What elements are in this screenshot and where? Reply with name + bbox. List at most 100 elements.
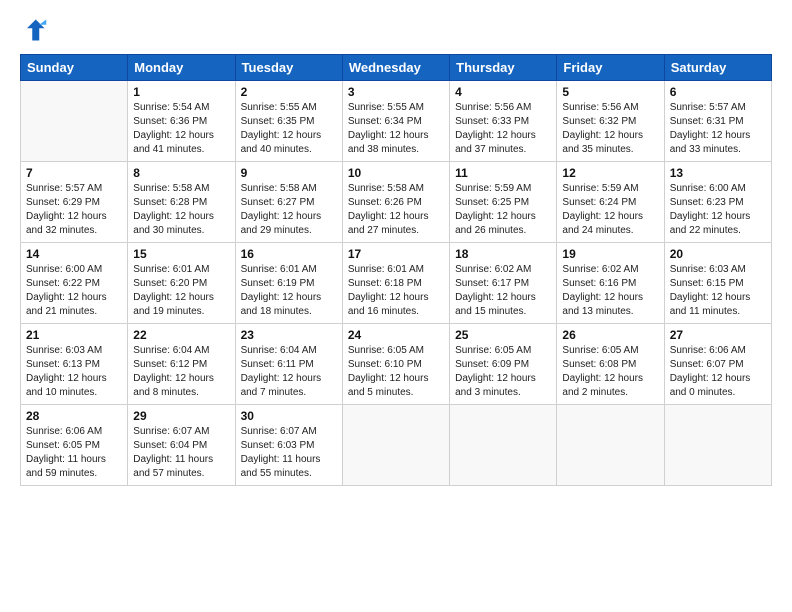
day-number: 7 <box>26 166 122 180</box>
calendar-cell: 20Sunrise: 6:03 AM Sunset: 6:15 PM Dayli… <box>664 243 771 324</box>
calendar-cell: 18 Sunrise: 6:02 AM Sunset: 6:17 PM Dayli… <box>450 243 557 324</box>
calendar-cell: 24 Sunrise: 6:05 AM Sunset: 6:10 PM Dayli… <box>342 324 449 405</box>
day-info: Sunrise: 6:06 AM Sunset: 6:07 PM Dayligh… <box>670 344 766 400</box>
calendar-cell: 30Sunrise: 6:07 AM Sunset: 6:03 PM Dayli… <box>235 405 342 486</box>
day-number: 11 <box>455 166 551 180</box>
day-info: Sunrise: 5:59 AM Sunset: 6:24 PM Dayligh… <box>562 182 658 238</box>
calendar-cell <box>664 405 771 486</box>
day-number: 8 <box>133 166 229 180</box>
calendar-cell: 7 Sunrise: 5:57 AM Sunset: 6:29 PM Daylig… <box>21 162 128 243</box>
week-row-3: 14 Sunrise: 6:00 AM Sunset: 6:22 PM Dayli… <box>21 243 772 324</box>
day-info: Sunrise: 5:54 AM Sunset: 6:36 PM Dayligh… <box>133 101 229 157</box>
day-info: Sunrise: 5:56 AM Sunset: 6:32 PM Dayligh… <box>562 101 658 157</box>
week-row-5: 28 Sunrise: 6:06 AM Sunset: 6:05 PM Dayli… <box>21 405 772 486</box>
day-number: 29 <box>133 409 229 423</box>
day-info: Sunrise: 5:57 AM Sunset: 6:29 PM Dayligh… <box>26 182 122 238</box>
calendar: SundayMondayTuesdayWednesdayThursdayFrid… <box>20 54 772 486</box>
day-number: 15 <box>133 247 229 261</box>
week-row-4: 21 Sunrise: 6:03 AM Sunset: 6:13 PM Dayli… <box>21 324 772 405</box>
calendar-cell: 5 Sunrise: 5:56 AM Sunset: 6:32 PM Daylig… <box>557 81 664 162</box>
calendar-cell: 4 Sunrise: 5:56 AM Sunset: 6:33 PM Daylig… <box>450 81 557 162</box>
calendar-cell: 27 Sunrise: 6:06 AM Sunset: 6:07 PM Dayli… <box>664 324 771 405</box>
calendar-cell: 26 Sunrise: 6:05 AM Sunset: 6:08 PM Dayli… <box>557 324 664 405</box>
day-number: 16 <box>241 247 337 261</box>
day-info: Sunrise: 6:05 AM Sunset: 6:10 PM Dayligh… <box>348 344 444 400</box>
calendar-cell: 13 Sunrise: 6:00 AM Sunset: 6:23 PM Dayli… <box>664 162 771 243</box>
day-info: Sunrise: 6:05 AM Sunset: 6:09 PM Dayligh… <box>455 344 551 400</box>
calendar-cell: 21 Sunrise: 6:03 AM Sunset: 6:13 PM Dayli… <box>21 324 128 405</box>
calendar-cell: 11 Sunrise: 5:59 AM Sunset: 6:25 PM Dayli… <box>450 162 557 243</box>
calendar-cell: 3 Sunrise: 5:55 AM Sunset: 6:34 PM Daylig… <box>342 81 449 162</box>
calendar-cell: 16Sunrise: 6:01 AM Sunset: 6:19 PM Dayli… <box>235 243 342 324</box>
day-info: Sunrise: 5:55 AM Sunset: 6:35 PM Dayligh… <box>241 101 337 157</box>
day-number: 14 <box>26 247 122 261</box>
calendar-cell: 25Sunrise: 6:05 AM Sunset: 6:09 PM Dayli… <box>450 324 557 405</box>
day-info: Sunrise: 5:58 AM Sunset: 6:26 PM Dayligh… <box>348 182 444 238</box>
calendar-cell: 23Sunrise: 6:04 AM Sunset: 6:11 PM Dayli… <box>235 324 342 405</box>
day-info: Sunrise: 5:55 AM Sunset: 6:34 PM Dayligh… <box>348 101 444 157</box>
calendar-cell: 10 Sunrise: 5:58 AM Sunset: 6:26 PM Dayli… <box>342 162 449 243</box>
day-info: Sunrise: 6:05 AM Sunset: 6:08 PM Dayligh… <box>562 344 658 400</box>
day-number: 4 <box>455 85 551 99</box>
day-number: 28 <box>26 409 122 423</box>
day-info: Sunrise: 5:57 AM Sunset: 6:31 PM Dayligh… <box>670 101 766 157</box>
calendar-cell: 6 Sunrise: 5:57 AM Sunset: 6:31 PM Daylig… <box>664 81 771 162</box>
day-info: Sunrise: 6:02 AM Sunset: 6:16 PM Dayligh… <box>562 263 658 319</box>
weekday-header-thursday: Thursday <box>450 55 557 81</box>
calendar-cell: 19 Sunrise: 6:02 AM Sunset: 6:16 PM Dayli… <box>557 243 664 324</box>
day-info: Sunrise: 6:01 AM Sunset: 6:20 PM Dayligh… <box>133 263 229 319</box>
day-number: 9 <box>241 166 337 180</box>
day-number: 3 <box>348 85 444 99</box>
logo <box>20 16 52 44</box>
day-info: Sunrise: 5:58 AM Sunset: 6:27 PM Dayligh… <box>241 182 337 238</box>
day-number: 18 <box>455 247 551 261</box>
day-number: 24 <box>348 328 444 342</box>
weekday-header-tuesday: Tuesday <box>235 55 342 81</box>
day-info: Sunrise: 5:56 AM Sunset: 6:33 PM Dayligh… <box>455 101 551 157</box>
day-info: Sunrise: 6:04 AM Sunset: 6:12 PM Dayligh… <box>133 344 229 400</box>
day-number: 12 <box>562 166 658 180</box>
calendar-cell <box>557 405 664 486</box>
day-number: 13 <box>670 166 766 180</box>
calendar-cell: 12 Sunrise: 5:59 AM Sunset: 6:24 PM Dayli… <box>557 162 664 243</box>
day-info: Sunrise: 6:06 AM Sunset: 6:05 PM Dayligh… <box>26 425 122 481</box>
day-number: 27 <box>670 328 766 342</box>
day-info: Sunrise: 6:00 AM Sunset: 6:23 PM Dayligh… <box>670 182 766 238</box>
day-number: 19 <box>562 247 658 261</box>
day-number: 23 <box>241 328 337 342</box>
calendar-cell: 8 Sunrise: 5:58 AM Sunset: 6:28 PM Daylig… <box>128 162 235 243</box>
week-row-1: 1 Sunrise: 5:54 AM Sunset: 6:36 PM Daylig… <box>21 81 772 162</box>
calendar-cell: 28 Sunrise: 6:06 AM Sunset: 6:05 PM Dayli… <box>21 405 128 486</box>
weekday-header-monday: Monday <box>128 55 235 81</box>
calendar-cell: 29Sunrise: 6:07 AM Sunset: 6:04 PM Dayli… <box>128 405 235 486</box>
calendar-cell: 22 Sunrise: 6:04 AM Sunset: 6:12 PM Dayli… <box>128 324 235 405</box>
day-number: 1 <box>133 85 229 99</box>
day-number: 17 <box>348 247 444 261</box>
calendar-cell: 2Sunrise: 5:55 AM Sunset: 6:35 PM Daylig… <box>235 81 342 162</box>
day-number: 26 <box>562 328 658 342</box>
calendar-cell: 15 Sunrise: 6:01 AM Sunset: 6:20 PM Dayli… <box>128 243 235 324</box>
week-row-2: 7 Sunrise: 5:57 AM Sunset: 6:29 PM Daylig… <box>21 162 772 243</box>
day-info: Sunrise: 5:59 AM Sunset: 6:25 PM Dayligh… <box>455 182 551 238</box>
calendar-cell <box>342 405 449 486</box>
day-number: 21 <box>26 328 122 342</box>
calendar-cell <box>450 405 557 486</box>
weekday-header-saturday: Saturday <box>664 55 771 81</box>
day-info: Sunrise: 5:58 AM Sunset: 6:28 PM Dayligh… <box>133 182 229 238</box>
day-info: Sunrise: 6:00 AM Sunset: 6:22 PM Dayligh… <box>26 263 122 319</box>
day-number: 6 <box>670 85 766 99</box>
calendar-cell: 14 Sunrise: 6:00 AM Sunset: 6:22 PM Dayli… <box>21 243 128 324</box>
weekday-header-sunday: Sunday <box>21 55 128 81</box>
weekday-header-row: SundayMondayTuesdayWednesdayThursdayFrid… <box>21 55 772 81</box>
day-number: 5 <box>562 85 658 99</box>
day-info: Sunrise: 6:03 AM Sunset: 6:13 PM Dayligh… <box>26 344 122 400</box>
calendar-cell <box>21 81 128 162</box>
calendar-cell: 1 Sunrise: 5:54 AM Sunset: 6:36 PM Daylig… <box>128 81 235 162</box>
day-info: Sunrise: 6:03 AM Sunset: 6:15 PM Dayligh… <box>670 263 766 319</box>
page: SundayMondayTuesdayWednesdayThursdayFrid… <box>0 0 792 612</box>
day-number: 10 <box>348 166 444 180</box>
day-number: 22 <box>133 328 229 342</box>
day-info: Sunrise: 6:02 AM Sunset: 6:17 PM Dayligh… <box>455 263 551 319</box>
header <box>20 16 772 44</box>
day-info: Sunrise: 6:07 AM Sunset: 6:03 PM Dayligh… <box>241 425 337 481</box>
